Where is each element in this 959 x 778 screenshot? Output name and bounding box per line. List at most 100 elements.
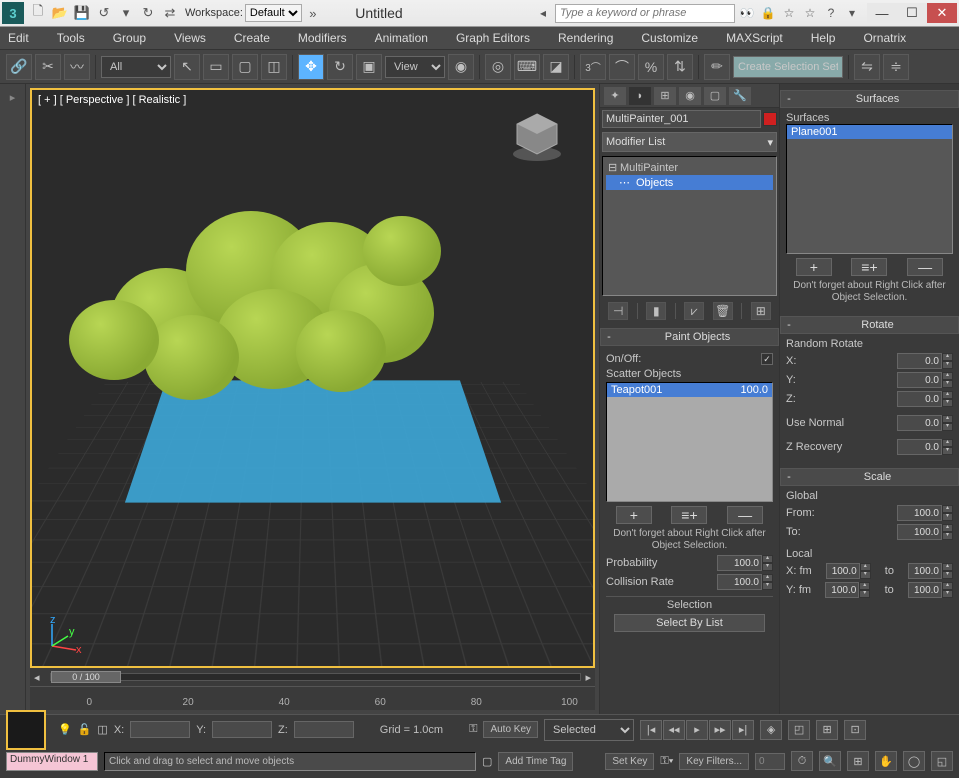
auto-key-button[interactable]: Auto Key [483,721,538,738]
zoom-icon[interactable]: 🔍 [819,751,841,771]
scale-tool-icon[interactable]: ▣ [356,54,382,80]
select-icon[interactable]: ↖ [174,54,200,80]
object-name-input[interactable] [602,110,761,128]
hierarchy-tab-icon[interactable]: ⊞ [654,87,676,105]
add-multi-button[interactable]: ≡+ [851,258,887,276]
collision-spinner[interactable]: ▴▾ [717,574,773,590]
viewport[interactable]: [ + ] [ Perspective ] [ Realistic ] zxy [30,88,595,668]
nav-3-icon[interactable]: ⊞ [816,720,838,740]
scale-x-to-spinner[interactable]: ▴▾ [908,563,953,579]
time-config-icon[interactable]: ⏱ [791,751,813,771]
keyboard-icon[interactable]: ⌨ [514,54,540,80]
iso-icon[interactable]: ◫ [97,723,107,736]
configure-icon[interactable]: ⊞ [751,302,771,320]
search-prev-icon[interactable]: ◂ [534,4,552,22]
search-input[interactable] [555,4,735,23]
menu-animation[interactable]: Animation [375,31,428,45]
unlink-tool-icon[interactable]: ✂ [35,54,61,80]
collapse-icon[interactable]: - [781,93,797,105]
menu-customize[interactable]: Customize [641,31,698,45]
goto-end-icon[interactable]: ▸| [732,720,754,740]
collapse-icon[interactable]: - [601,331,617,343]
close-button[interactable]: ✕ [927,3,957,23]
rollup-header[interactable]: - Scale [780,468,959,486]
remove-button[interactable]: — [727,506,763,524]
orbit-icon[interactable]: ◯ [903,751,925,771]
help-drop-icon[interactable]: ▾ [843,4,861,22]
binoculars-icon[interactable]: 👀 [738,4,756,22]
nav-1-icon[interactable]: ◈ [760,720,782,740]
lock-sel-icon[interactable]: 🔓 [78,723,92,736]
object-color-swatch[interactable] [763,112,777,126]
zrecovery-spinner[interactable]: ▴▾ [897,439,953,455]
snap-3-icon[interactable]: 3⌒ [580,54,606,80]
rollup-header[interactable]: - Surfaces [780,90,959,108]
rotate-z-spinner[interactable]: ▴▾ [897,391,953,407]
redo-icon[interactable]: ↻ [137,3,159,23]
scale-to-spinner[interactable]: ▴▾ [897,524,953,540]
motion-tab-icon[interactable]: ◉ [679,87,701,105]
bind-tool-icon[interactable]: 〰 [64,54,90,80]
manip-icon[interactable]: ◎ [485,54,511,80]
select-rect-icon[interactable]: ▢ [232,54,258,80]
dropdown-icon[interactable]: ▾ [115,3,137,23]
remove-icon[interactable]: 🗑 [713,302,733,320]
collapse-icon[interactable]: - [781,471,797,483]
nav-2-icon[interactable]: ◰ [788,720,810,740]
goto-start-icon[interactable]: |◂ [640,720,662,740]
modifier-list-dropdown[interactable]: Modifier List▾ [602,132,777,152]
snap-percent-icon[interactable]: % [638,54,664,80]
coords-dropdown[interactable]: View [385,56,445,78]
scatter-list[interactable]: Teapot001 100.0 [606,382,773,502]
center-icon[interactable]: ◉ [448,54,474,80]
utilities-tab-icon[interactable]: 🔧 [729,87,751,105]
spinner-snap-icon[interactable]: ⇅ [667,54,693,80]
snap-2d-icon[interactable]: ◪ [543,54,569,80]
surfaces-list[interactable]: Plane001 [786,124,953,254]
selection-set-input[interactable] [733,56,843,78]
display-tab-icon[interactable]: ▢ [704,87,726,105]
add-button[interactable]: + [616,506,652,524]
scale-y-from-spinner[interactable]: ▴▾ [825,582,870,598]
undo-icon[interactable]: ↺ [93,3,115,23]
key-mode-icon[interactable]: ⚿▾ [660,755,673,768]
viewport-label[interactable]: [ + ] [ Perspective ] [ Realistic ] [38,94,186,106]
edit-named-icon[interactable]: ✏ [704,54,730,80]
rotate-tool-icon[interactable]: ↻ [327,54,353,80]
menu-graph-editors[interactable]: Graph Editors [456,31,530,45]
key-target-dropdown[interactable]: Selected [544,719,634,741]
rotate-y-spinner[interactable]: ▴▾ [897,372,953,388]
time-slider[interactable]: ◂ 0 / 100 ▸ [30,668,595,686]
max-toggle-icon[interactable]: ◱ [931,751,953,771]
maximize-button[interactable]: ☐ [897,3,927,23]
key-icon[interactable]: ⚿ [469,723,477,736]
menu-create[interactable]: Create [234,31,270,45]
link-icon[interactable]: ⇄ [159,3,181,23]
scale-x-from-spinner[interactable]: ▴▾ [826,563,871,579]
rotate-x-spinner[interactable]: ▴▾ [897,353,953,369]
save-icon[interactable]: 💾 [71,3,93,23]
star-icon[interactable]: ☆ [780,4,798,22]
modifier-stack[interactable]: ⊟MultiPainter ⋯Objects [602,156,777,296]
prev-frame-icon[interactable]: ◂◂ [663,720,685,740]
lock-icon[interactable]: 🔒 [759,4,777,22]
pin-icon[interactable]: ⊣ [608,302,628,320]
create-tab-icon[interactable]: ✦ [604,87,626,105]
menu-modifiers[interactable]: Modifiers [298,31,347,45]
onoff-checkbox[interactable]: ✓ [761,353,773,365]
collapse-icon[interactable]: - [781,319,797,331]
dummy-window[interactable]: DummyWindow 1 [6,752,98,771]
move-tool-icon[interactable]: ✥ [298,54,324,80]
menu-help[interactable]: Help [811,31,836,45]
window-cross-icon[interactable]: ◫ [261,54,287,80]
frame-input[interactable] [755,753,785,770]
link-tool-icon[interactable]: 🔗 [6,54,32,80]
add-button[interactable]: + [796,258,832,276]
scale-from-spinner[interactable]: ▴▾ [897,505,953,521]
time-ruler[interactable]: 0 20 40 60 80 100 [30,686,595,710]
key-filters-button[interactable]: Key Filters... [679,753,749,770]
snap-angle-icon[interactable]: ⌒ [609,54,635,80]
zoom-all-icon[interactable]: ⊞ [847,751,869,771]
z-coord-input[interactable] [294,721,354,738]
bulb-icon[interactable]: 💡 [58,723,72,736]
